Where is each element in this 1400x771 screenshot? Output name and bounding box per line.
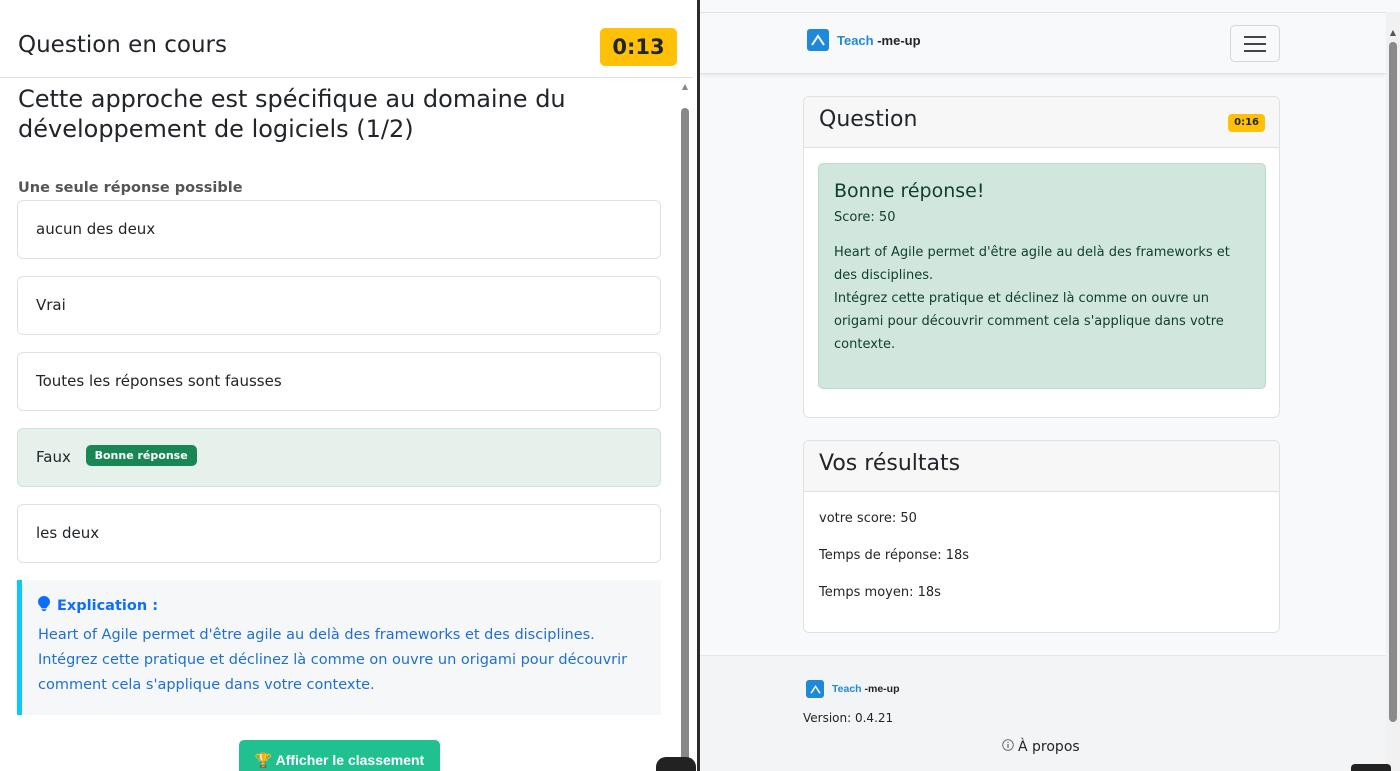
explanation-label: Explication : bbox=[57, 597, 158, 614]
explanation-box: Explication : Heart of Agile permet d'êt… bbox=[17, 580, 661, 715]
correct-answer-badge: Bonne réponse bbox=[85, 445, 197, 466]
brand-name: Teach -me-up bbox=[832, 683, 900, 695]
footer: Teach -me-up Version: 0.4.21 À propos bbox=[700, 655, 1386, 771]
page-title: Question en cours bbox=[18, 32, 227, 58]
result-score: Score: 50 bbox=[834, 210, 896, 225]
navbar: Teach -me-up bbox=[700, 12, 1386, 74]
scrollbar-thumb[interactable] bbox=[1389, 42, 1397, 722]
chevron-up-logo-icon bbox=[807, 29, 829, 51]
presenter-pane: Question en cours 0:13 Cette approche es… bbox=[0, 0, 697, 771]
question-header: Question en cours 0:13 bbox=[0, 5, 693, 78]
result-explanation: Heart of Agile permet d'être agile au de… bbox=[834, 245, 1230, 352]
success-alert: Bonne réponse! Score: 50 Heart of Agile … bbox=[818, 163, 1266, 389]
scroll-up-arrow-icon[interactable]: ▲ bbox=[1386, 28, 1400, 40]
answer-option-label: Vrai bbox=[36, 296, 66, 314]
scrollbar[interactable]: ▲ bbox=[1386, 12, 1400, 771]
answer-option-correct[interactable]: Faux Bonne réponse bbox=[17, 428, 661, 487]
floating-widget[interactable] bbox=[1351, 764, 1391, 771]
menu-hamburger-icon[interactable] bbox=[1230, 25, 1280, 62]
about-link[interactable]: À propos bbox=[1002, 739, 1080, 755]
answer-option[interactable]: aucun des deux bbox=[17, 200, 661, 259]
question-title: Cette approche est spécifique au domaine… bbox=[18, 85, 566, 143]
response-time-line: Temps de réponse: 18s bbox=[819, 548, 970, 563]
question-card-title: Question bbox=[819, 107, 918, 132]
answer-option[interactable]: Vrai bbox=[17, 276, 661, 335]
about-link-label: À propos bbox=[1018, 739, 1080, 755]
brand-name: Teach -me-up bbox=[837, 32, 921, 48]
lightbulb-icon bbox=[38, 596, 50, 615]
answer-option-label: les deux bbox=[36, 524, 100, 542]
countdown-timer: 0:13 bbox=[600, 28, 677, 66]
result-score-line: votre score: 50 bbox=[819, 511, 917, 526]
results-card-title: Vos résultats bbox=[819, 451, 961, 476]
info-icon bbox=[1002, 739, 1014, 755]
answer-option-label: Faux bbox=[36, 448, 71, 466]
question-card: Question 0:16 Bonne réponse! Score: 50 H… bbox=[803, 96, 1280, 418]
show-ranking-label: Afficher le classement bbox=[275, 752, 425, 768]
average-time-line: Temps moyen: 18s bbox=[819, 585, 941, 600]
explanation-text: Heart of Agile permet d'être agile au de… bbox=[38, 627, 628, 693]
answer-option-label: aucun des deux bbox=[36, 220, 156, 238]
scrollbar-thumb[interactable] bbox=[681, 108, 689, 771]
brand-logo-link[interactable]: Teach -me-up bbox=[807, 29, 921, 51]
explanation-heading: Explication : bbox=[38, 596, 645, 615]
app-version: Version: 0.4.21 bbox=[803, 711, 894, 725]
question-card-header: Question 0:16 bbox=[804, 97, 1279, 148]
answer-option[interactable]: les deux bbox=[17, 504, 661, 563]
results-card-header: Vos résultats bbox=[804, 441, 1279, 492]
countdown-timer-badge: 0:16 bbox=[1228, 114, 1265, 132]
answer-option[interactable]: Toutes les réponses sont fausses bbox=[17, 352, 661, 411]
show-ranking-button[interactable]: 🏆 Afficher le classement bbox=[239, 740, 440, 771]
trophy-icon: 🏆 bbox=[254, 752, 273, 768]
chevron-up-logo-icon bbox=[806, 680, 824, 698]
result-title: Bonne réponse! bbox=[834, 180, 985, 202]
floating-widget[interactable] bbox=[656, 757, 696, 771]
scrollbar[interactable]: ▲ bbox=[679, 80, 691, 771]
participant-pane: Teach -me-up Question 0:16 Bonne réponse… bbox=[700, 0, 1400, 771]
answer-hint: Une seule réponse possible bbox=[18, 180, 243, 196]
footer-brand[interactable]: Teach -me-up bbox=[806, 680, 900, 698]
scroll-up-arrow-icon[interactable]: ▲ bbox=[679, 80, 691, 94]
results-card: Vos résultats votre score: 50 Temps de r… bbox=[803, 440, 1280, 633]
answer-option-label: Toutes les réponses sont fausses bbox=[36, 372, 282, 390]
